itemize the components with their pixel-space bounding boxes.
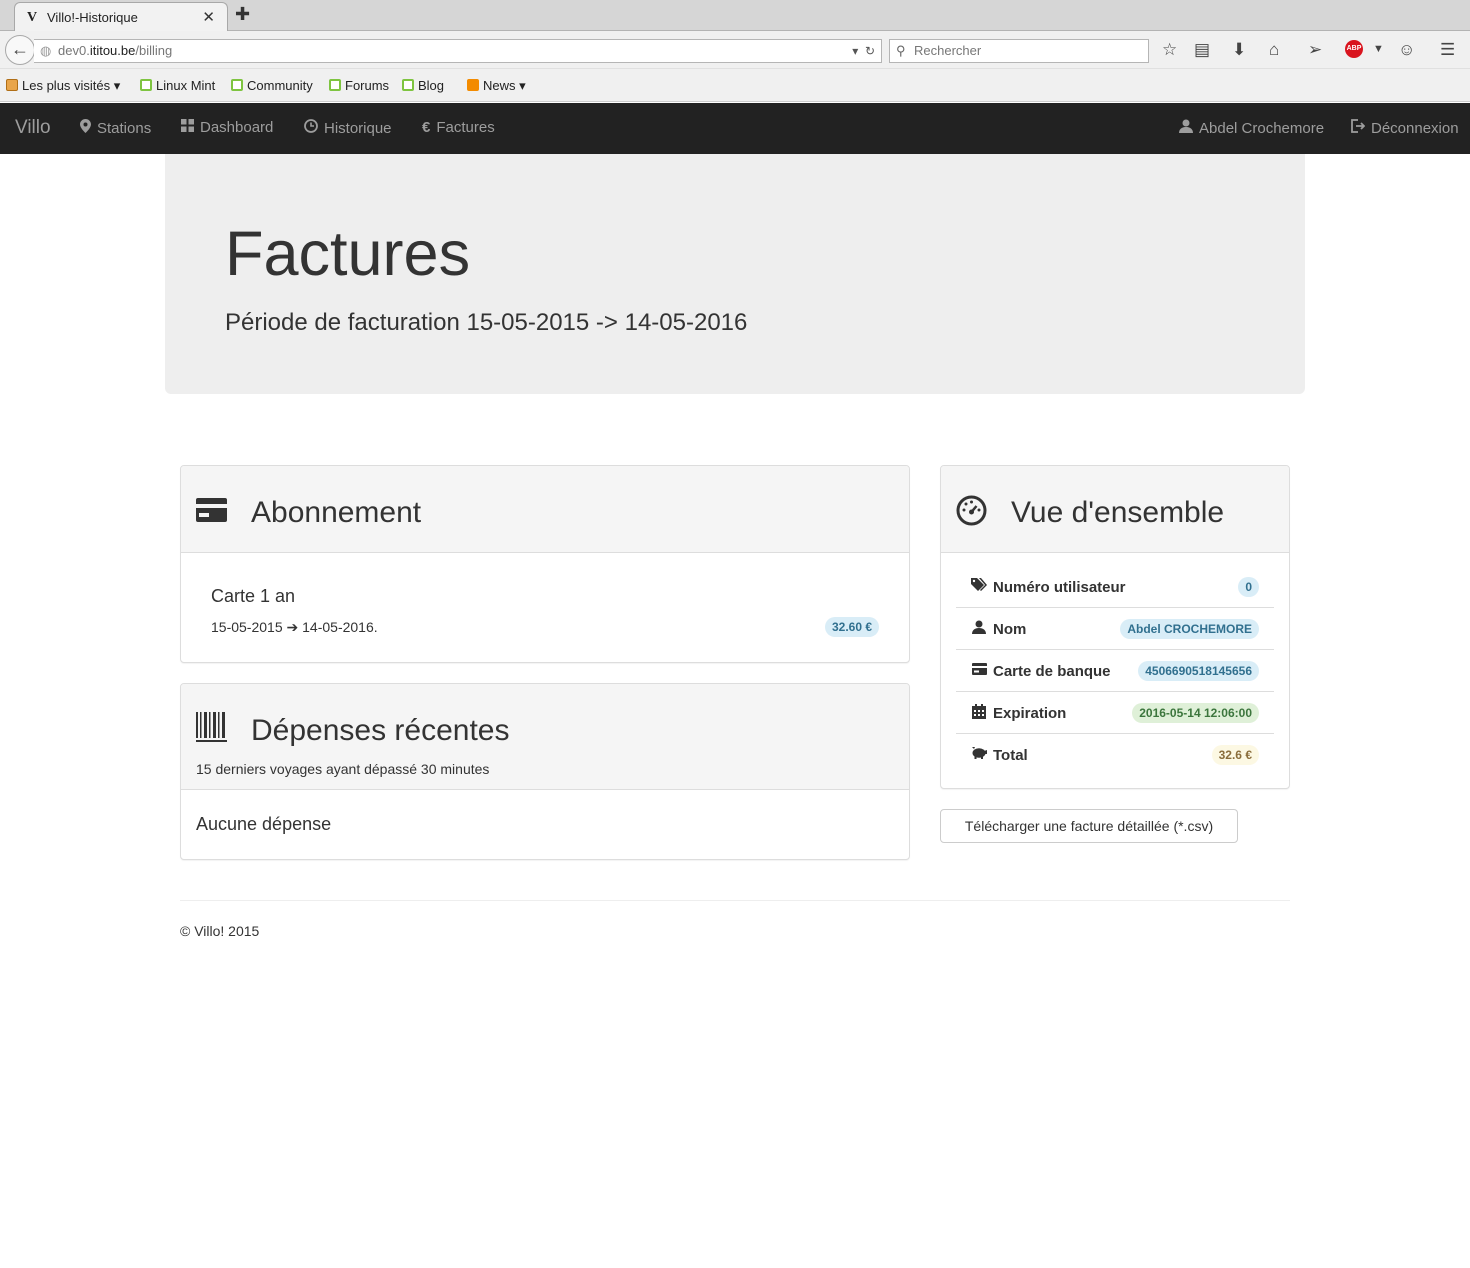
piggy-bank-icon [971, 746, 987, 763]
mint-icon [402, 79, 414, 91]
download-csv-button[interactable]: Télécharger une facture détaillée (*.csv… [940, 809, 1238, 843]
bookmark-les-plus-visites[interactable]: Les plus visités ▾ [6, 78, 120, 94]
nav-logout[interactable]: Déconnexion [1350, 119, 1459, 137]
jumbotron: Factures Période de facturation 15-05-20… [165, 154, 1305, 394]
bookmarks-bar: Les plus visités ▾ Linux Mint Community … [0, 69, 1470, 102]
footer-text: © Villo! 2015 [180, 923, 260, 939]
download-icon[interactable]: ⬇ [1232, 40, 1246, 60]
subscription-panel: Abonnement Carte 1 an 15-05-2015 ➔ 14-05… [180, 465, 910, 663]
subscription-panel-header: Abonnement [181, 466, 909, 553]
adblock-icon[interactable]: ABP [1345, 40, 1363, 58]
browser-toolbar: ← ◍ dev0.ititou.be/billing ▾ ↻ ⚲ Recherc… [0, 31, 1470, 69]
home-icon[interactable]: ⌂ [1269, 40, 1279, 60]
chevron-down-icon[interactable]: ▼ [1373, 43, 1384, 55]
overview-panel-header: Vue d'ensemble [941, 466, 1289, 553]
expenses-heading: Dépenses récentes [251, 714, 510, 747]
search-icon: ⚲ [896, 43, 906, 58]
log-out-icon [1350, 119, 1366, 136]
url-bar[interactable]: ◍ dev0.ititou.be/billing ▾ ↻ [34, 39, 882, 63]
dashboard-gauge-icon [956, 495, 987, 531]
mint-icon [329, 79, 341, 91]
arrow-right-icon: ➔ [286, 619, 299, 635]
subscription-dates: 15-05-2015 ➔ 14-05-2016. [211, 619, 378, 635]
clock-icon [304, 119, 318, 136]
billing-period: Période de facturation 15-05-2015 -> 14-… [225, 309, 748, 336]
browser-tab[interactable]: V Villo!-Historique ✕ [14, 2, 228, 32]
page-title: Factures [225, 219, 471, 289]
bookmark-linux-mint[interactable]: Linux Mint [140, 78, 215, 93]
total-badge: 32.6 € [1211, 745, 1259, 765]
overview-panel: Vue d'ensemble Numéro utilisateur 0 Nom … [940, 465, 1290, 789]
bookmark-forums[interactable]: Forums [329, 78, 389, 93]
globe-icon: ◍ [40, 43, 52, 58]
credit-card-icon [196, 498, 227, 527]
expiration-badge: 2016-05-14 12:06:00 [1132, 703, 1259, 723]
overview-row-total: Total 32.6 € [956, 734, 1274, 776]
overview-row-bank-card: Carte de banque 4506690518145656 [956, 650, 1274, 692]
bookmark-star-icon[interactable]: ☆ [1162, 40, 1177, 60]
map-marker-icon [80, 119, 91, 136]
expenses-panel-header: Dépenses récentes 15 derniers voyages ay… [181, 684, 909, 790]
user-number-badge: 0 [1238, 577, 1259, 597]
send-icon[interactable]: ➢ [1308, 40, 1322, 60]
tab-title: Villo!-Historique [47, 10, 138, 25]
subscription-name: Carte 1 an [211, 586, 296, 606]
subscription-heading: Abonnement [251, 496, 422, 529]
mint-icon [231, 79, 243, 91]
brand-link[interactable]: Villo [15, 117, 51, 139]
folder-icon [6, 79, 18, 91]
euro-icon: € [422, 119, 431, 136]
expenses-panel: Dépenses récentes 15 derniers voyages ay… [180, 683, 910, 860]
menu-icon[interactable]: ☰ [1440, 40, 1455, 60]
app-navbar: Villo Stations Dashboard Historique € Fac… [0, 103, 1470, 154]
mint-icon [140, 79, 152, 91]
browser-tabbar: V Villo!-Historique ✕ ✚ [0, 0, 1470, 32]
user-icon [1179, 119, 1193, 136]
back-arrow-icon[interactable]: ← [5, 35, 35, 65]
nav-factures[interactable]: € Factures [422, 119, 495, 136]
subscription-price-badge: 32.60 € [825, 617, 880, 637]
calendar-icon [971, 704, 987, 723]
name-badge: Abdel CROCHEMORE [1120, 619, 1259, 639]
close-tab-icon[interactable]: ✕ [202, 8, 215, 26]
user-icon [971, 620, 987, 638]
bookmark-community[interactable]: Community [231, 78, 313, 93]
bank-card-badge: 4506690518145656 [1138, 661, 1259, 681]
overview-row-name: Nom Abdel CROCHEMORE [956, 608, 1274, 650]
footer-divider [180, 900, 1290, 901]
url-text: dev0.ititou.be/billing [58, 43, 173, 58]
barcode-icon [196, 712, 227, 748]
bookmark-blog[interactable]: Blog [402, 78, 444, 93]
nav-dashboard[interactable]: Dashboard [181, 119, 273, 136]
overview-row-expiration: Expiration 2016-05-14 12:06:00 [956, 692, 1274, 734]
reading-list-icon[interactable]: ▤ [1194, 40, 1210, 60]
new-tab-icon[interactable]: ✚ [235, 4, 250, 25]
bookmark-news[interactable]: News ▾ [467, 78, 526, 94]
chat-icon[interactable]: ☺ [1398, 40, 1415, 60]
rss-icon [467, 79, 479, 91]
tab-favicon: V [27, 10, 38, 25]
expenses-subheading: 15 derniers voyages ayant dépassé 30 min… [196, 761, 490, 777]
tags-icon [971, 578, 987, 596]
overview-heading: Vue d'ensemble [1011, 496, 1225, 529]
expenses-empty-text: Aucune dépense [196, 814, 332, 834]
nav-stations[interactable]: Stations [80, 119, 151, 137]
overview-row-user-number: Numéro utilisateur 0 [956, 566, 1274, 608]
reload-icon[interactable]: ▾ ↻ [852, 40, 875, 62]
credit-card-icon [971, 662, 987, 679]
dashboard-icon [181, 119, 194, 135]
search-input[interactable]: ⚲ Rechercher [889, 39, 1149, 63]
nav-user[interactable]: Abdel Crochemore [1179, 119, 1324, 137]
nav-historique[interactable]: Historique [304, 119, 392, 137]
